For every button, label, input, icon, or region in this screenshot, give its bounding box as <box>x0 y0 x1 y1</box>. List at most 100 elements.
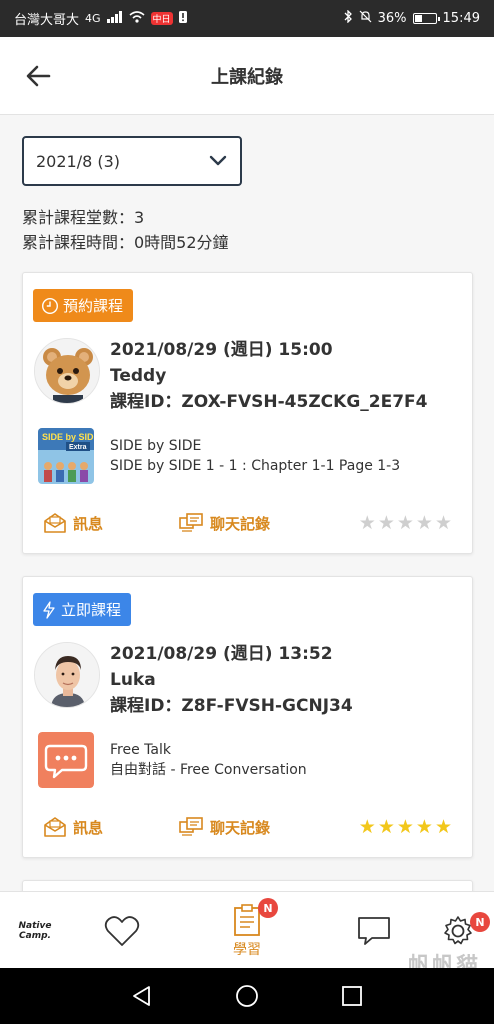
lesson-info: 2021/08/29 (週日) 15:00 Teddy 課程ID：ZOX-FVS… <box>110 337 427 415</box>
bear-avatar-image <box>35 339 99 403</box>
star-icon[interactable]: ★ <box>416 816 433 838</box>
material-title: Free Talk <box>110 742 171 758</box>
chat-log-button[interactable]: 聊天記錄 <box>178 816 270 838</box>
nativecamp-logo: Native Camp. <box>18 920 52 941</box>
teacher-name[interactable]: Teddy <box>110 363 427 389</box>
lesson-actions: 訊息 聊天記錄 ★ ★ ★ ★ ★ <box>43 508 452 538</box>
system-recents-button[interactable] <box>340 984 364 1008</box>
star-icon[interactable]: ★ <box>416 512 433 534</box>
chat-log-button[interactable]: 聊天記錄 <box>178 512 270 534</box>
material-info: Free Talk 自由對話 - Free Conversation <box>110 740 307 780</box>
textbook-cover-image: SIDE by SIDE Extra <box>38 428 94 484</box>
heart-icon <box>104 915 140 946</box>
system-nav-bar <box>0 968 494 1024</box>
lesson-info: 2021/08/29 (週日) 13:52 Luka 課程ID：Z8F-FVSH… <box>110 641 353 719</box>
star-icon[interactable]: ★ <box>435 816 452 838</box>
message-label: 訊息 <box>73 818 104 837</box>
lesson-actions: 訊息 聊天記錄 ★ ★ ★ ★ ★ <box>43 812 452 842</box>
textbook-cover: SIDE by SIDE Extra <box>38 428 94 484</box>
app-header: 上課紀錄 <box>0 37 494 115</box>
mute-bell-icon <box>359 10 372 27</box>
nav-study-label: 學習 <box>233 941 261 958</box>
chat-log-icon <box>179 513 203 532</box>
lesson-count: 累計課程堂數：3 <box>22 208 145 227</box>
textbook-cover-subtitle: Extra <box>69 444 87 451</box>
circle-home-icon <box>236 985 258 1007</box>
bottom-nav: Native Camp. 學習 N N 帆帆貓 <box>0 891 494 979</box>
nav-favorites[interactable] <box>100 892 144 969</box>
material-info: SIDE by SIDE SIDE by SIDE 1 - 1 : Chapte… <box>110 436 400 476</box>
nav-home-logo[interactable]: Native Camp. <box>14 892 56 969</box>
lesson-type-badge: 立即課程 <box>33 593 132 626</box>
notification-badge: 中日 <box>150 12 173 25</box>
month-select-value: 2021/8 (3) <box>36 151 121 171</box>
message-label: 訊息 <box>73 514 104 533</box>
material-title: SIDE by SIDE <box>110 438 202 454</box>
chat-log-icon <box>179 817 203 836</box>
back-button[interactable] <box>22 59 56 93</box>
envelope-icon <box>44 817 66 837</box>
envelope-icon <box>44 513 66 533</box>
lesson-id: 課程ID：ZOX-FVSH-45ZCKG_2E7F4 <box>110 392 428 412</box>
star-icon[interactable]: ★ <box>397 512 414 534</box>
lesson-datetime: 2021/08/29 (週日) 15:00 <box>110 340 333 360</box>
material-detail: SIDE by SIDE 1 - 1 : Chapter 1-1 Page 1-… <box>110 458 401 474</box>
lesson-history[interactable]: 2021/8 (3) 累計課程堂數：3 累計課程時間：0時間52分鐘 預約課程 <box>0 115 494 891</box>
lesson-card: 預約課程 2021/08/29 (週日) 15:00 Teddy 課程ID：ZO… <box>22 272 473 554</box>
star-icon[interactable]: ★ <box>378 816 395 838</box>
signal-icon <box>106 10 123 27</box>
arrow-left-icon <box>26 65 51 87</box>
star-icon[interactable]: ★ <box>397 816 414 838</box>
month-select[interactable]: 2021/8 (3) <box>22 136 242 186</box>
star-icon[interactable]: ★ <box>378 512 395 534</box>
lesson-card <box>22 880 473 891</box>
lesson-id: 課程ID：Z8F-FVSH-GCNJ34 <box>110 696 353 716</box>
bluetooth-icon <box>344 9 353 27</box>
chat-log-label: 聊天記錄 <box>210 514 271 533</box>
triangle-back-icon <box>133 986 150 1006</box>
lesson-summary: 累計課程堂數：3 累計課程時間：0時間52分鐘 <box>22 205 229 255</box>
material-detail: 自由對話 - Free Conversation <box>110 762 307 778</box>
chevron-down-icon <box>209 155 227 166</box>
status-bar: 台灣大哥大 4G 中日 36% 15:49 <box>0 0 494 37</box>
system-back-button[interactable] <box>130 984 154 1008</box>
alert-icon <box>178 10 187 27</box>
lightning-icon <box>43 600 55 619</box>
battery-percent: 36% <box>377 11 407 26</box>
lesson-type-label: 預約課程 <box>63 297 124 315</box>
carrier-name: 台灣大哥大 <box>14 13 80 28</box>
lesson-card: 立即課程 2021/08/29 (週日) 13:52 Luka 課程ID：Z8F… <box>22 576 473 858</box>
star-icon[interactable]: ★ <box>359 816 376 838</box>
network-indicator: 4G <box>85 12 101 25</box>
rating-stars[interactable]: ★ ★ ★ ★ ★ <box>359 512 452 534</box>
clock-time: 15:49 <box>442 11 480 26</box>
wifi-icon <box>129 10 145 27</box>
system-home-button[interactable] <box>235 984 259 1008</box>
square-recents-icon <box>342 986 362 1006</box>
chat-bubble-icon <box>358 916 390 945</box>
page-title: 上課紀錄 <box>211 66 283 88</box>
teacher-name[interactable]: Luka <box>110 667 353 693</box>
star-icon[interactable]: ★ <box>435 512 452 534</box>
speech-bubble-icon <box>38 732 94 788</box>
chat-log-label: 聊天記錄 <box>210 818 271 837</box>
lesson-datetime: 2021/08/29 (週日) 13:52 <box>110 644 333 664</box>
lesson-total-time: 累計課程時間：0時間52分鐘 <box>22 233 229 252</box>
star-icon[interactable]: ★ <box>359 512 376 534</box>
lesson-type-badge: 預約課程 <box>33 289 134 322</box>
teacher-avatar[interactable] <box>34 642 100 708</box>
settings-notification-badge: N <box>470 912 490 932</box>
message-button[interactable]: 訊息 <box>43 512 178 534</box>
message-button[interactable]: 訊息 <box>43 816 178 838</box>
rating-stars[interactable]: ★ ★ ★ ★ ★ <box>359 816 452 838</box>
nav-chat[interactable] <box>352 892 396 969</box>
textbook-cover-title: SIDE by SIDE <box>42 432 94 442</box>
teacher-avatar[interactable] <box>34 338 100 404</box>
free-talk-icon-tile <box>38 732 94 788</box>
lesson-type-label: 立即課程 <box>61 601 122 619</box>
nav-study[interactable]: 學習 N <box>222 892 278 969</box>
battery-icon <box>412 13 440 24</box>
study-notification-badge: N <box>258 898 278 918</box>
clock-icon <box>41 297 59 314</box>
teacher-photo <box>35 643 99 707</box>
